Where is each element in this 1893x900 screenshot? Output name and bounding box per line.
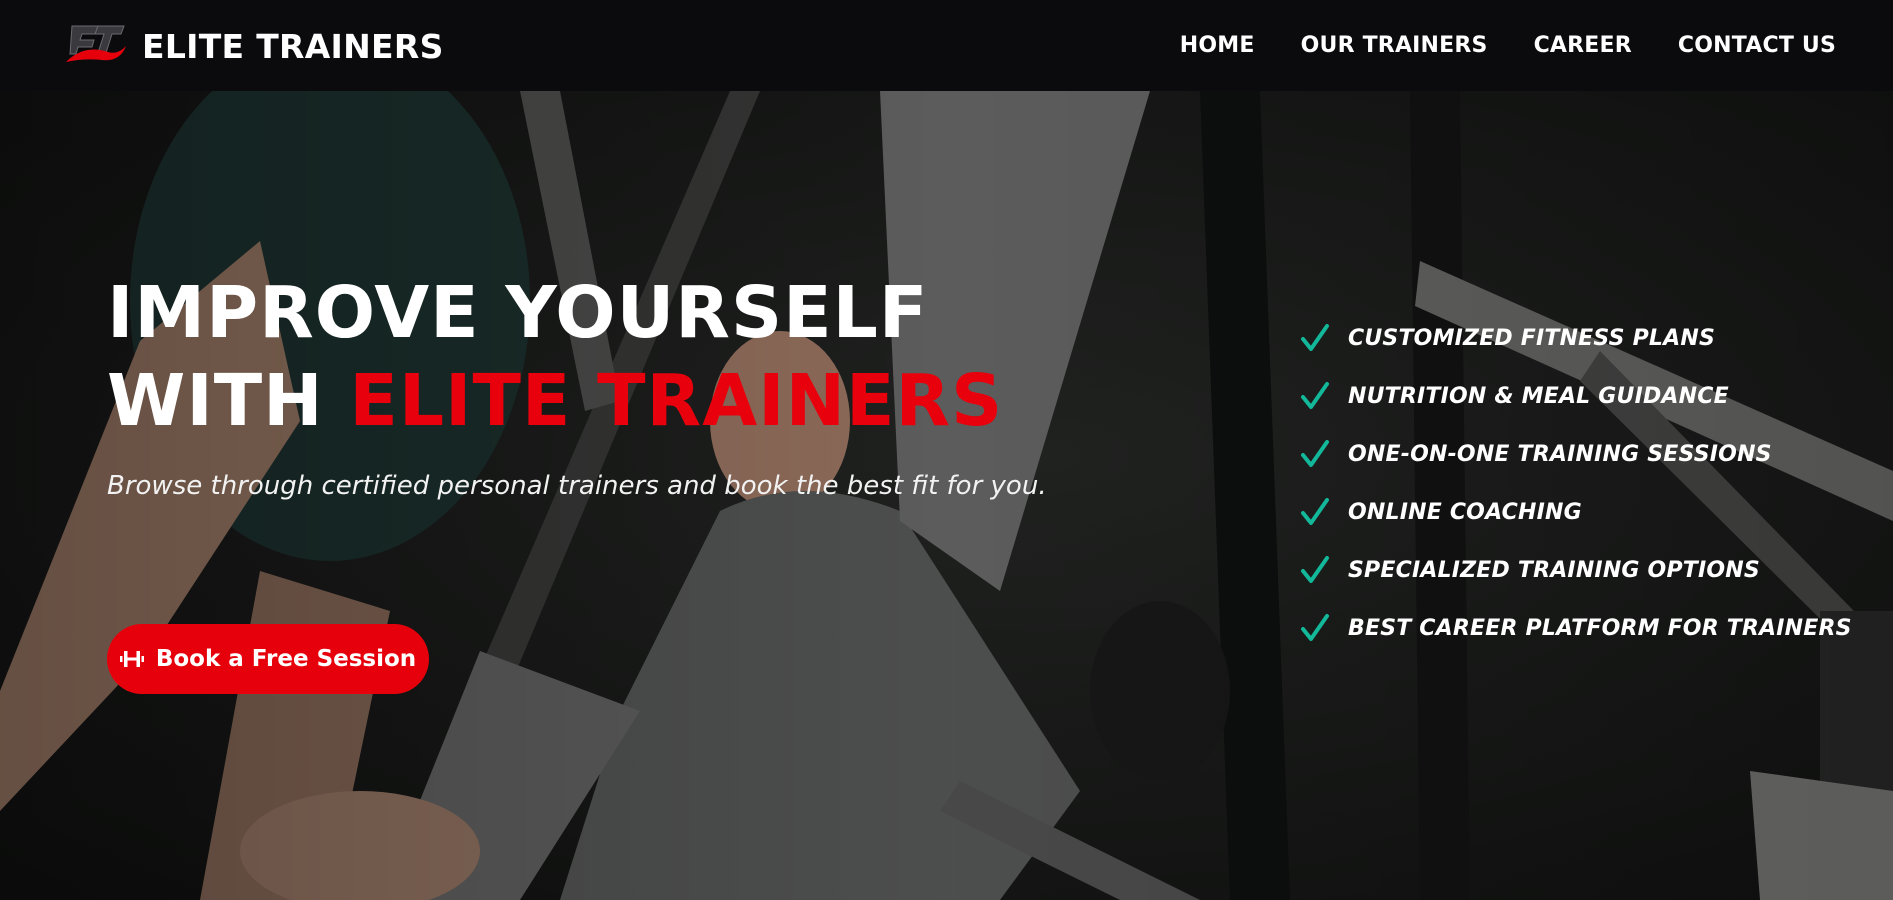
book-free-session-button[interactable]: Book a Free Session [107,624,429,694]
brand[interactable]: ELITE TRAINERS [64,22,444,70]
feature-item: BEST CAREER PLATFORM FOR TRAINERS [1300,599,1852,657]
check-icon [1301,440,1329,467]
feature-item: CUSTOMIZED FITNESS PLANS [1300,309,1852,367]
check-icon [1301,556,1329,583]
check-icon [1301,498,1329,525]
feature-item: ONE-ON-ONE TRAINING SESSIONS [1300,425,1852,483]
cta-label: Book a Free Session [155,646,417,672]
check-icon [1301,324,1329,351]
feature-text: CUSTOMIZED FITNESS PLANS [1348,325,1715,351]
feature-item: ONLINE COACHING [1300,483,1852,541]
feature-text: SPECIALIZED TRAINING OPTIONS [1348,557,1760,583]
hero-headline: IMPROVE YOURSELF WITH ELITE TRAINERS [107,269,1003,445]
dumbbell-icon [119,651,144,667]
headline-accent: ELITE TRAINERS [349,359,1004,442]
feature-item: NUTRITION & MEAL GUIDANCE [1300,367,1852,425]
hero-subtitle: Browse through certified personal traine… [107,471,1047,501]
brand-name: ELITE TRAINERS [142,26,444,66]
nav-our-trainers[interactable]: OUR TRAINERS [1301,33,1488,58]
feature-text: ONLINE COACHING [1348,499,1582,525]
check-icon [1301,382,1329,409]
feature-text: NUTRITION & MEAL GUIDANCE [1348,383,1729,409]
main-nav: HOME OUR TRAINERS CAREER CONTACT US [1134,0,1836,91]
brand-logo-icon [66,25,126,62]
check-icon [1301,614,1329,641]
headline-line-1: IMPROVE YOURSELF [107,271,929,354]
feature-text: BEST CAREER PLATFORM FOR TRAINERS [1348,615,1852,641]
navbar: ELITE TRAINERS HOME OUR TRAINERS CAREER … [0,0,1893,91]
hero-section: IMPROVE YOURSELF WITH ELITE TRAINERS Bro… [0,91,1893,900]
nav-career[interactable]: CAREER [1534,33,1632,58]
nav-contact-us[interactable]: CONTACT US [1678,33,1836,58]
feature-item: SPECIALIZED TRAINING OPTIONS [1300,541,1852,599]
headline-line-2-prefix: WITH [107,359,350,442]
nav-home[interactable]: HOME [1180,33,1255,58]
features-list: CUSTOMIZED FITNESS PLANS NUTRITION & MEA… [1300,309,1852,657]
feature-text: ONE-ON-ONE TRAINING SESSIONS [1348,441,1772,467]
